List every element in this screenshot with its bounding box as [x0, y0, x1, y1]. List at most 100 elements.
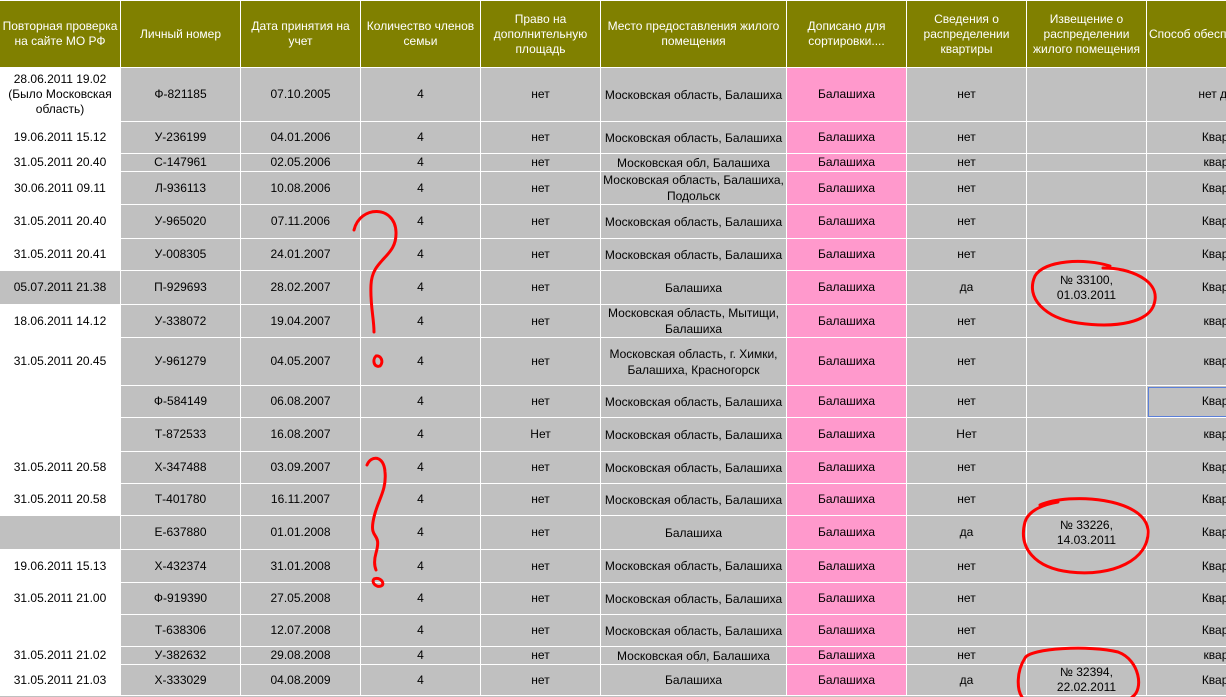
- notice-cell[interactable]: № 33226, 14.03.2011: [1026, 515, 1147, 550]
- recheck-cell[interactable]: 30.06.2011 09.11: [0, 171, 121, 205]
- distribution-cell[interactable]: Нет: [906, 417, 1027, 452]
- distribution-cell[interactable]: нет: [906, 204, 1027, 239]
- location-cell[interactable]: Московская область, Балашиха: [600, 451, 787, 484]
- notice-cell[interactable]: [1026, 582, 1147, 615]
- extra-area-cell[interactable]: нет: [480, 337, 601, 386]
- personal-number-cell[interactable]: Т-872533: [120, 417, 241, 452]
- registration-date-cell[interactable]: 27.05.2008: [240, 582, 361, 615]
- personal-number-cell[interactable]: У-961279: [120, 337, 241, 386]
- recheck-cell[interactable]: 31.05.2011 20.40: [0, 204, 121, 239]
- extra-area-cell[interactable]: нет: [480, 515, 601, 550]
- distribution-cell[interactable]: нет: [906, 451, 1027, 484]
- header-cell[interactable]: Способ обеспечения жильем: [1146, 0, 1226, 68]
- family-size-cell[interactable]: 4: [360, 337, 481, 386]
- notice-cell[interactable]: [1026, 614, 1147, 647]
- header-cell[interactable]: Место предоставления жилого помещения: [600, 0, 787, 68]
- location-cell[interactable]: Московская область, Балашиха: [600, 483, 787, 516]
- sort-key-cell[interactable]: Балашиха: [786, 304, 907, 338]
- family-size-cell[interactable]: 4: [360, 646, 481, 665]
- location-cell[interactable]: Московская область, Балашиха: [600, 238, 787, 271]
- sort-key-cell[interactable]: Балашиха: [786, 385, 907, 418]
- notice-cell[interactable]: [1026, 304, 1147, 338]
- personal-number-cell[interactable]: Л-936113: [120, 171, 241, 205]
- sort-key-cell[interactable]: Балашиха: [786, 204, 907, 239]
- distribution-cell[interactable]: нет: [906, 483, 1027, 516]
- distribution-cell[interactable]: нет: [906, 614, 1027, 647]
- sort-key-cell[interactable]: Балашиха: [786, 515, 907, 550]
- family-size-cell[interactable]: 4: [360, 270, 481, 305]
- distribution-cell[interactable]: да: [906, 664, 1027, 696]
- personal-number-cell[interactable]: У-382632: [120, 646, 241, 665]
- housing-method-cell[interactable]: Квартир: [1146, 614, 1226, 647]
- housing-method-cell[interactable]: Квартир: [1146, 385, 1226, 418]
- location-cell[interactable]: Московская область, Балашиха: [600, 385, 787, 418]
- family-size-cell[interactable]: 4: [360, 614, 481, 647]
- extra-area-cell[interactable]: нет: [480, 614, 601, 647]
- header-cell[interactable]: Сведения о распределении квартиры: [906, 0, 1027, 68]
- housing-method-cell[interactable]: Квартир: [1146, 549, 1226, 583]
- recheck-cell[interactable]: [0, 385, 121, 418]
- registration-date-cell[interactable]: 16.11.2007: [240, 483, 361, 516]
- header-cell[interactable]: Количество членов семьи: [360, 0, 481, 68]
- notice-cell[interactable]: [1026, 337, 1147, 386]
- notice-cell[interactable]: [1026, 417, 1147, 452]
- family-size-cell[interactable]: 4: [360, 549, 481, 583]
- location-cell[interactable]: Балашиха: [600, 664, 787, 696]
- housing-method-cell[interactable]: Квартир: [1146, 483, 1226, 516]
- registration-date-cell[interactable]: 16.08.2007: [240, 417, 361, 452]
- housing-method-cell[interactable]: Квартир: [1146, 171, 1226, 205]
- registration-date-cell[interactable]: 12.07.2008: [240, 614, 361, 647]
- registration-date-cell[interactable]: 01.01.2008: [240, 515, 361, 550]
- sort-key-cell[interactable]: Балашиха: [786, 67, 907, 122]
- family-size-cell[interactable]: 4: [360, 451, 481, 484]
- recheck-cell[interactable]: 31.05.2011 20.58: [0, 483, 121, 516]
- distribution-cell[interactable]: да: [906, 515, 1027, 550]
- notice-cell[interactable]: [1026, 238, 1147, 271]
- registration-date-cell[interactable]: 06.08.2007: [240, 385, 361, 418]
- sort-key-cell[interactable]: Балашиха: [786, 483, 907, 516]
- extra-area-cell[interactable]: Нет: [480, 417, 601, 452]
- housing-method-cell[interactable]: квартир: [1146, 417, 1226, 452]
- recheck-cell[interactable]: 31.05.2011 21.02: [0, 646, 121, 665]
- family-size-cell[interactable]: 4: [360, 417, 481, 452]
- family-size-cell[interactable]: 4: [360, 483, 481, 516]
- extra-area-cell[interactable]: нет: [480, 483, 601, 516]
- registration-date-cell[interactable]: 07.11.2006: [240, 204, 361, 239]
- recheck-cell[interactable]: 19.06.2011 15.12: [0, 121, 121, 154]
- distribution-cell[interactable]: нет: [906, 153, 1027, 172]
- distribution-cell[interactable]: нет: [906, 121, 1027, 154]
- registration-date-cell[interactable]: 24.01.2007: [240, 238, 361, 271]
- header-cell[interactable]: Дата принятия на учет: [240, 0, 361, 68]
- recheck-cell[interactable]: 31.05.2011 20.41: [0, 238, 121, 271]
- family-size-cell[interactable]: 4: [360, 515, 481, 550]
- recheck-cell[interactable]: 05.07.2011 21.38: [0, 270, 121, 305]
- notice-cell[interactable]: [1026, 204, 1147, 239]
- extra-area-cell[interactable]: нет: [480, 67, 601, 122]
- housing-method-cell[interactable]: квартир: [1146, 304, 1226, 338]
- family-size-cell[interactable]: 4: [360, 204, 481, 239]
- sort-key-cell[interactable]: Балашиха: [786, 646, 907, 665]
- recheck-cell[interactable]: 31.05.2011 20.58: [0, 451, 121, 484]
- recheck-cell[interactable]: 31.05.2011 21.03: [0, 664, 121, 696]
- distribution-cell[interactable]: нет: [906, 582, 1027, 615]
- distribution-cell[interactable]: да: [906, 270, 1027, 305]
- registration-date-cell[interactable]: 29.08.2008: [240, 646, 361, 665]
- notice-cell[interactable]: [1026, 549, 1147, 583]
- personal-number-cell[interactable]: Ф-821185: [120, 67, 241, 122]
- header-cell[interactable]: Право на дополнительную площадь: [480, 0, 601, 68]
- housing-method-cell[interactable]: Квартир: [1146, 515, 1226, 550]
- location-cell[interactable]: Московская область, Мытищи, Балашиха: [600, 304, 787, 338]
- personal-number-cell[interactable]: П-929693: [120, 270, 241, 305]
- registration-date-cell[interactable]: 07.10.2005: [240, 67, 361, 122]
- extra-area-cell[interactable]: нет: [480, 121, 601, 154]
- family-size-cell[interactable]: 4: [360, 664, 481, 696]
- registration-date-cell[interactable]: 19.04.2007: [240, 304, 361, 338]
- registration-date-cell[interactable]: 28.02.2007: [240, 270, 361, 305]
- notice-cell[interactable]: [1026, 385, 1147, 418]
- extra-area-cell[interactable]: нет: [480, 304, 601, 338]
- housing-method-cell[interactable]: Квартир: [1146, 270, 1226, 305]
- recheck-cell[interactable]: 31.05.2011 21.00: [0, 582, 121, 615]
- personal-number-cell[interactable]: Ф-919390: [120, 582, 241, 615]
- personal-number-cell[interactable]: С-147961: [120, 153, 241, 172]
- location-cell[interactable]: Московская область, Балашиха, Подольск: [600, 171, 787, 205]
